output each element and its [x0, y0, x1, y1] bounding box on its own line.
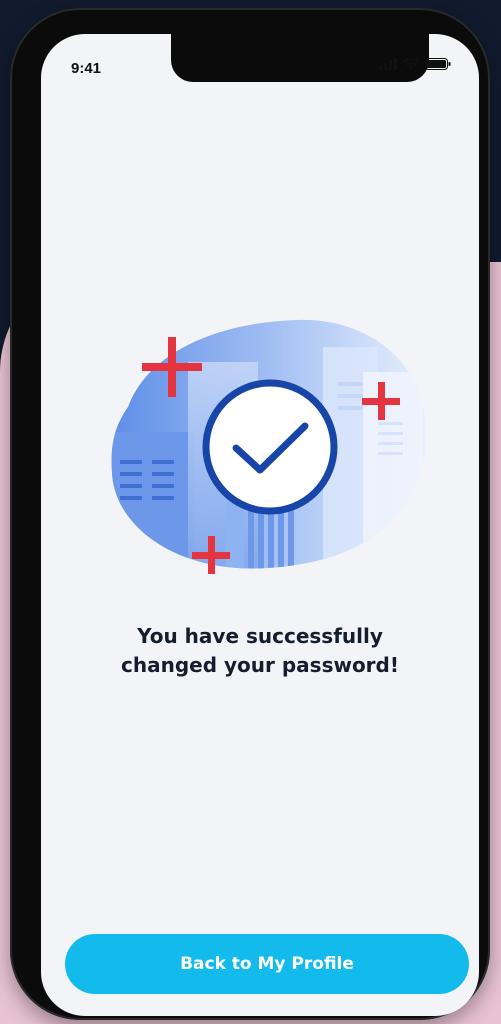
- stage-background: 9:41 You have successfully changed your …: [0, 0, 501, 1024]
- status-icons: [379, 58, 451, 70]
- phone-frame: 9:41 You have successfully changed your …: [10, 8, 490, 1020]
- status-time: 9:41: [71, 60, 102, 77]
- success-check-icon: [202, 379, 338, 515]
- success-illustration: [111, 319, 426, 574]
- battery-icon: [425, 58, 451, 70]
- success-message: You have successfully changed your passw…: [41, 622, 479, 680]
- signal-icon: [379, 58, 397, 70]
- phone-screen: 9:41 You have successfully changed your …: [41, 34, 479, 1016]
- back-to-profile-button[interactable]: Back to My Profile: [65, 934, 469, 994]
- success-message-line2: changed your password!: [121, 653, 399, 677]
- success-message-line1: You have successfully: [137, 624, 383, 648]
- wifi-icon: [403, 58, 419, 70]
